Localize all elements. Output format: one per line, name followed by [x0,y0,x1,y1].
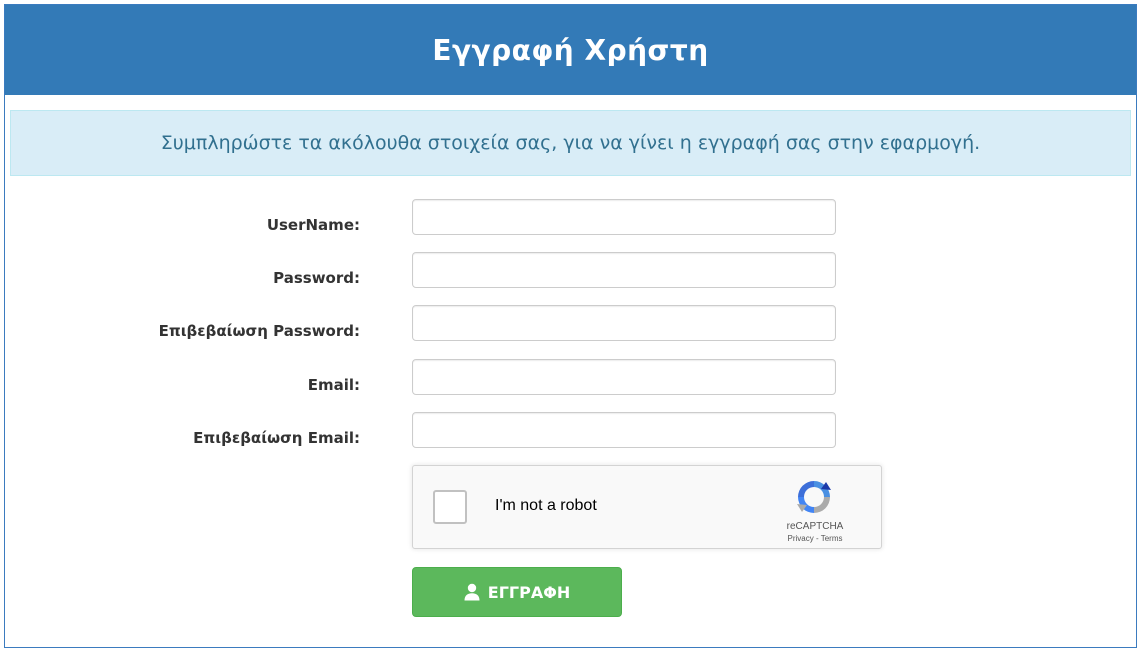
recaptcha-link-separator: - [813,534,821,543]
recaptcha-widget: I'm not a robot reCAPTCHA Privacy - Term… [412,465,882,549]
register-button[interactable]: ΕΓΓΡΑΦΗ [412,567,622,617]
email-input[interactable] [412,359,836,395]
confirm-password-label: Επιβεβαίωση Password: [158,322,360,340]
registration-panel: Εγγραφή Χρήστη Συμπληρώστε τα ακόλουθα σ… [4,4,1137,648]
user-icon [464,583,480,601]
recaptcha-checkbox[interactable] [433,490,467,524]
username-label: UserName: [266,216,360,234]
panel-header: Εγγραφή Χρήστη [5,5,1136,95]
recaptcha-privacy-link[interactable]: Privacy [788,534,814,543]
page-title: Εγγραφή Χρήστη [432,33,709,67]
register-button-label: ΕΓΓΡΑΦΗ [487,582,571,602]
username-input[interactable] [412,199,836,235]
password-input[interactable] [412,252,836,288]
confirm-email-input[interactable] [412,412,836,448]
recaptcha-terms-link[interactable]: Terms [821,534,843,543]
confirm-email-label: Επιβεβαίωση Email: [193,429,360,447]
email-label: Email: [307,376,360,394]
recaptcha-logo-icon [797,481,831,513]
recaptcha-brand: reCAPTCHA [786,521,844,532]
info-message: Συμπληρώστε τα ακόλουθα στοιχεία σας, γι… [160,132,981,154]
password-label: Password: [273,269,360,287]
recaptcha-links: Privacy - Terms [753,534,877,543]
recaptcha-label: I'm not a robot [495,497,597,514]
confirm-password-input[interactable] [412,305,836,341]
info-alert: Συμπληρώστε τα ακόλουθα στοιχεία σας, γι… [10,110,1131,176]
